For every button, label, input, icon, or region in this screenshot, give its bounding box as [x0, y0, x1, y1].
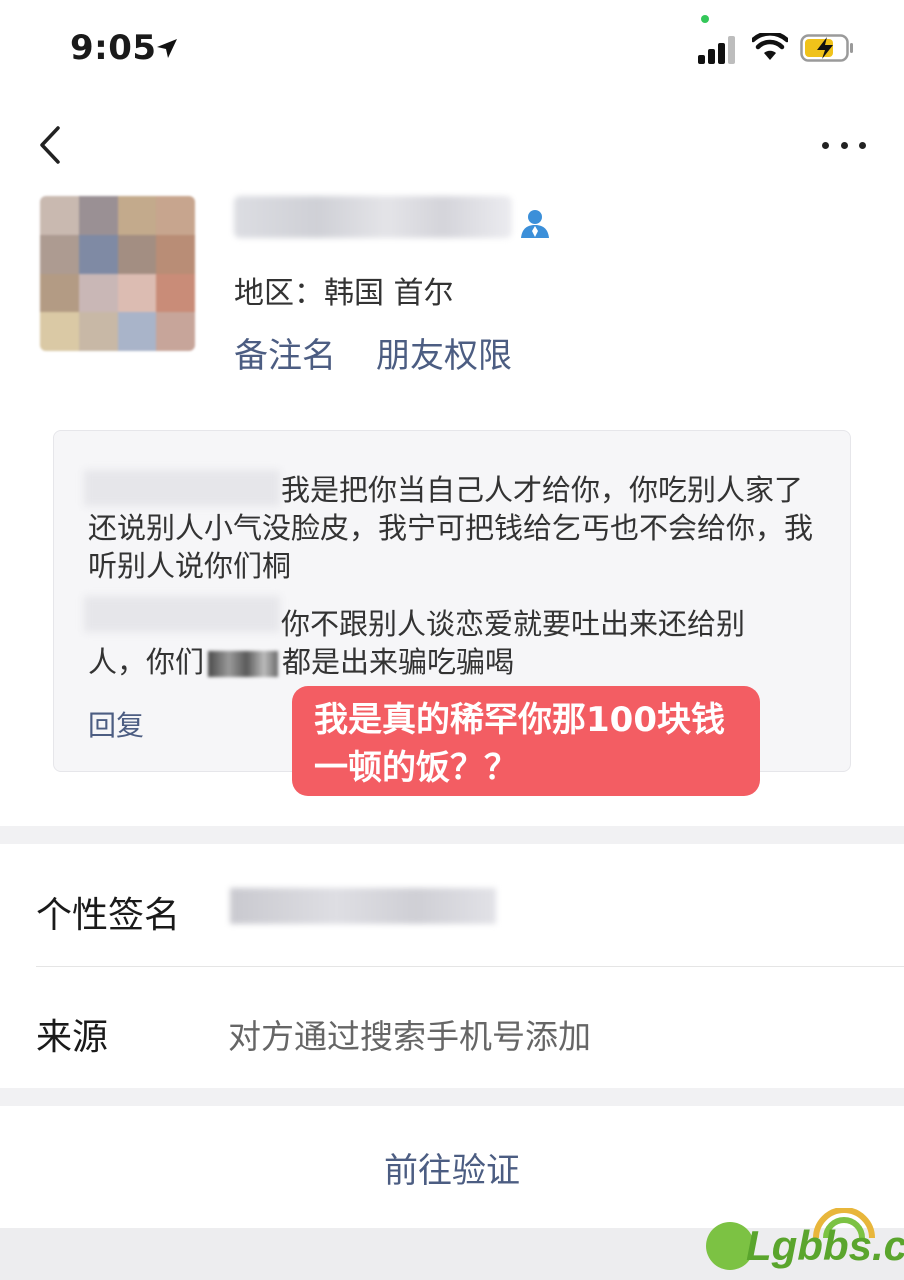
message-text-2-part-b: 人，你们 — [88, 645, 205, 679]
source-value: 对方通过搜索手机号添加 — [228, 1017, 591, 1056]
wifi-icon — [752, 33, 788, 60]
remark-name-link[interactable]: 备注名 — [234, 328, 336, 377]
row-divider — [36, 966, 904, 967]
more-options-icon[interactable] — [822, 138, 866, 152]
person-icon — [521, 210, 549, 238]
section-separator — [0, 826, 904, 844]
watermark-text: Lgbbs.cn — [746, 1222, 904, 1269]
location-arrow-icon — [157, 39, 177, 58]
section-separator — [0, 1088, 904, 1106]
pixelated-redaction — [208, 651, 279, 677]
battery-charging-icon — [800, 34, 853, 62]
message-text-2-part-c: 都是出来骗吃骗喝 — [282, 645, 515, 679]
profile-actions: 备注名 朋友权限 — [234, 328, 512, 377]
verify-button[interactable]: 前往验证 — [0, 1106, 904, 1228]
privacy-indicator — [701, 15, 709, 23]
friend-permission-link[interactable]: 朋友权限 — [376, 328, 512, 377]
source-label: 来源 — [36, 1017, 109, 1058]
status-time: 9:05 — [70, 28, 157, 68]
back-chevron-icon[interactable] — [36, 124, 64, 166]
signature-redacted — [230, 888, 496, 924]
cellular-signal-icon — [698, 34, 738, 64]
annotation-caption: 我是真的稀罕你那100块钱一顿的饭？？ — [292, 686, 760, 796]
avatar[interactable] — [40, 196, 195, 351]
nickname-redacted — [234, 196, 512, 238]
message-text-2: 你不跟别人谈恋爱就要吐出来还给别 人，你们 都是出来骗吃骗喝 — [88, 605, 828, 681]
signature-label: 个性签名 — [36, 895, 181, 936]
message-text-2-line-1: 你不跟别人谈恋爱就要吐出来还给别 — [281, 607, 746, 641]
message-text-1: 我是把你当自己人才给你，你吃别人家了还说别人小气没脸皮，我宁可把钱给乞丐也不会给… — [88, 473, 814, 583]
region-text: 地区：韩国 首尔 — [234, 276, 454, 311]
reply-link[interactable]: 回复 — [88, 704, 144, 744]
